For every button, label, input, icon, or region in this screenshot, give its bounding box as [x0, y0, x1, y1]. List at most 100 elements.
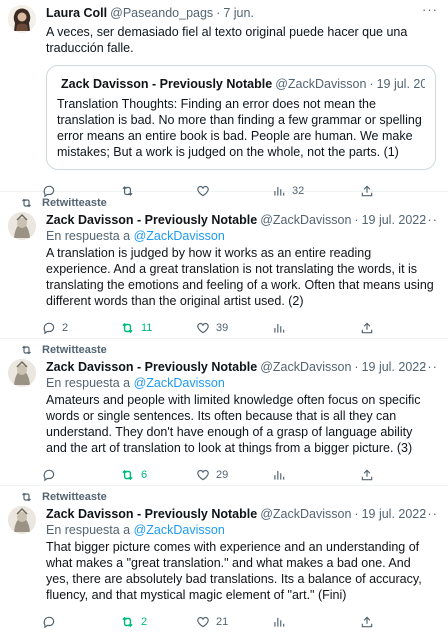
- more-options-icon[interactable]: ···: [422, 213, 438, 226]
- retweet-icon: [22, 198, 31, 208]
- author-handle[interactable]: @ZackDavisson: [260, 359, 351, 375]
- retweet-icon: [122, 469, 133, 481]
- retweeted-indicator: Retwitteaste: [0, 194, 436, 212]
- tweet-text: A veces, ser demasiado fiel al texto ori…: [46, 25, 408, 55]
- like-count: 21: [216, 616, 229, 628]
- like-button[interactable]: 21: [196, 615, 272, 629]
- more-options-icon[interactable]: ···: [422, 360, 438, 373]
- share-icon: [361, 616, 373, 628]
- reply-prefix: En respuesta a: [46, 523, 131, 537]
- retweeted-indicator: Retwitteaste: [0, 488, 436, 506]
- avatar[interactable]: [8, 212, 36, 240]
- retweet-button[interactable]: 2: [120, 615, 196, 629]
- separator-dot: ·: [369, 77, 374, 91]
- reply-button[interactable]: [42, 468, 120, 482]
- reply-prefix: En respuesta a: [46, 376, 131, 390]
- views-chart-icon: [274, 470, 285, 480]
- tweet-laura[interactable]: ··· Laura Coll @Paseando_pags · 7 jun. A…: [0, 0, 448, 198]
- quoted-tweet-text: Translation Thoughts: Finding an error d…: [57, 97, 422, 159]
- tweet-text: A translation is judged by how it works …: [46, 246, 434, 308]
- share-button[interactable]: [360, 615, 380, 629]
- tweet-header: Zack Davisson - Previously Notable @Zack…: [46, 212, 436, 228]
- tweet-header: Zack Davisson - Previously Notable @Zack…: [46, 506, 436, 522]
- avatar-zack-image: [8, 506, 36, 534]
- views-button[interactable]: [272, 615, 360, 629]
- timeline: ··· Laura Coll @Paseando_pags · 7 jun. A…: [0, 0, 448, 639]
- tweet-date[interactable]: 19 jul. 2022: [362, 506, 427, 522]
- reply-context: En respuesta a @ZackDavisson: [46, 375, 436, 391]
- author-name[interactable]: Zack Davisson - Previously Notable: [46, 359, 257, 375]
- retweet-2[interactable]: Retwitteaste ··· Zack Davisson - Previou…: [0, 339, 448, 486]
- retweet-count: 2: [141, 616, 148, 628]
- share-icon: [361, 322, 373, 334]
- heart-icon: [197, 469, 209, 481]
- like-count: 39: [216, 322, 229, 334]
- author-handle[interactable]: @Paseando_pags: [110, 5, 213, 21]
- retweeted-label: Retwitteaste: [42, 344, 107, 356]
- share-icon: [361, 469, 373, 481]
- avatar[interactable]: [8, 5, 36, 33]
- quoted-tweet-header: Zack Davisson - Previously Notable @Zack…: [57, 74, 425, 92]
- author-name[interactable]: Zack Davisson - Previously Notable: [46, 506, 257, 522]
- reply-icon: [43, 616, 55, 629]
- quoted-author-name: Zack Davisson - Previously Notable: [61, 77, 273, 91]
- more-options-icon[interactable]: ···: [422, 3, 438, 16]
- like-count: 29: [216, 469, 229, 481]
- reply-to-handle-link[interactable]: @ZackDavisson: [134, 523, 225, 537]
- retweet-icon: [122, 322, 133, 334]
- reply-to-handle-link[interactable]: @ZackDavisson: [134, 376, 225, 390]
- tweet-header: Zack Davisson - Previously Notable @Zack…: [46, 359, 436, 375]
- separator-dot: ·: [216, 6, 221, 20]
- reply-context: En respuesta a @ZackDavisson: [46, 522, 436, 538]
- reply-icon: [43, 322, 55, 335]
- more-options-icon[interactable]: ···: [422, 507, 438, 520]
- reply-icon: [43, 469, 55, 482]
- share-button[interactable]: [360, 468, 380, 482]
- avatar-zack-image: [8, 212, 36, 240]
- views-button[interactable]: [272, 468, 360, 482]
- quoted-author-handle: @ZackDavisson: [275, 77, 367, 91]
- author-handle[interactable]: @ZackDavisson: [260, 212, 351, 228]
- tweet-text: Amateurs and people with limited knowled…: [46, 393, 421, 455]
- retweet-icon: [22, 345, 31, 355]
- reply-count: 2: [62, 322, 69, 334]
- reply-context: En respuesta a @ZackDavisson: [46, 228, 436, 244]
- retweeted-indicator: Retwitteaste: [0, 341, 436, 359]
- tweet-text: That bigger picture comes with experienc…: [46, 540, 422, 602]
- retweet-count: 11: [141, 322, 153, 334]
- retweet-button[interactable]: 6: [120, 468, 196, 482]
- avatar[interactable]: [8, 359, 36, 387]
- reply-prefix: En respuesta a: [46, 229, 131, 243]
- retweet-count: 6: [141, 469, 148, 481]
- heart-icon: [197, 322, 209, 334]
- retweeted-label: Retwitteaste: [42, 491, 107, 503]
- retweet-1[interactable]: Retwitteaste ··· Zack Davisson - Previou…: [0, 192, 448, 339]
- avatar-zack-image: [8, 359, 36, 387]
- tweet-date[interactable]: 19 jul. 2022: [362, 212, 427, 228]
- retweet-3[interactable]: Retwitteaste ··· Zack Davisson - Previou…: [0, 486, 448, 639]
- like-button[interactable]: 29: [196, 468, 272, 482]
- reply-to-handle-link[interactable]: @ZackDavisson: [134, 229, 225, 243]
- tweet-date[interactable]: 19 jul. 2022: [362, 359, 427, 375]
- quoted-tweet[interactable]: Zack Davisson - Previously Notable @Zack…: [46, 65, 436, 170]
- author-name[interactable]: Zack Davisson - Previously Notable: [46, 212, 257, 228]
- reply-button[interactable]: [42, 615, 120, 629]
- views-button[interactable]: [272, 321, 360, 335]
- retweet-button[interactable]: 11: [120, 321, 196, 335]
- separator-dot: ·: [354, 213, 359, 227]
- quoted-tweet-date: 19 jul. 2022: [376, 77, 425, 91]
- action-bar: 2 21: [42, 607, 436, 637]
- retweeted-label: Retwitteaste: [42, 197, 107, 209]
- tweet-date[interactable]: 7 jun.: [223, 5, 254, 21]
- retweet-icon: [122, 616, 133, 628]
- tweet-header: Laura Coll @Paseando_pags · 7 jun.: [46, 5, 436, 21]
- views-chart-icon: [274, 617, 285, 627]
- share-button[interactable]: [360, 321, 380, 335]
- like-button[interactable]: 39: [196, 321, 272, 335]
- retweet-icon: [22, 492, 31, 502]
- author-name[interactable]: Laura Coll: [46, 5, 107, 21]
- separator-dot: ·: [354, 360, 359, 374]
- author-handle[interactable]: @ZackDavisson: [260, 506, 351, 522]
- reply-button[interactable]: 2: [42, 321, 120, 335]
- avatar[interactable]: [8, 506, 36, 534]
